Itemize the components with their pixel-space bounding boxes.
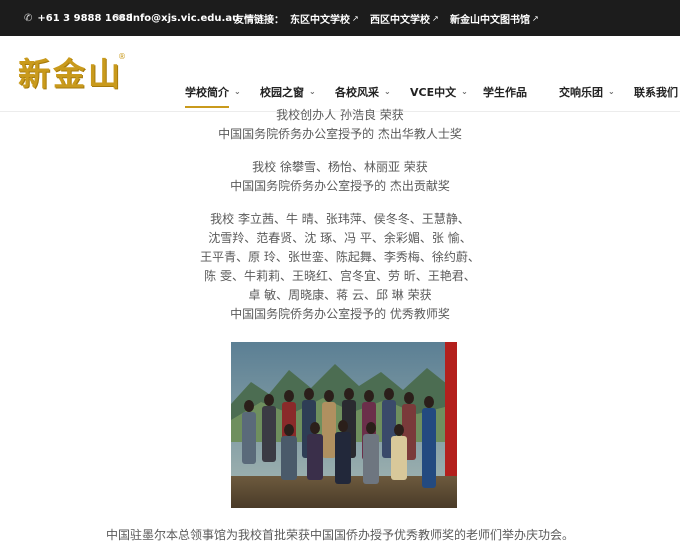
email-contact[interactable]: ✉ info@xjs.vic.edu.au — [116, 0, 239, 36]
award-teachers: 我校 李立茜、牛 晴、张玮萍、侯冬冬、王慧静、 沈雪羚、范春贤、沈 琢、冯 平、… — [200, 212, 480, 321]
external-link-icon: ↗ — [352, 13, 359, 23]
chevron-down-icon: ⌄ — [309, 86, 316, 96]
links-label: 友情链接： — [234, 14, 284, 26]
envelope-icon: ✉ — [116, 12, 125, 24]
award-contribution: 我校 徐攀雪、杨怡、林丽亚 荣获 中国国务院侨务办公室授予的 杰出贡献奖 — [230, 160, 450, 193]
link-west-school[interactable]: 西区中文学校 ↗ — [370, 0, 439, 36]
phone-icon: ✆ — [24, 12, 33, 24]
email-address: info@xjs.vic.edu.au — [129, 12, 240, 24]
photo-caption: 中国驻墨尔本总领事馆为我校首批荣获中国国侨办授予优秀教师奖的老师们举办庆功会。 — [105, 528, 574, 541]
group-photo — [231, 342, 457, 508]
link-library[interactable]: 新金山中文图书馆 ↗ — [450, 0, 539, 36]
link-east-school[interactable]: 东区中文学校 ↗ — [290, 0, 359, 36]
external-link-icon: ↗ — [532, 13, 539, 23]
chevron-down-icon: ⌄ — [384, 86, 391, 96]
site-logo[interactable]: 新金山 ® — [18, 52, 126, 94]
site-header: 新金山 ® 学校简介 ⌄ 校园之窗 ⌄ 各校风采 ⌄ VCE中文 ⌄ 学生作品 交响乐团… — [0, 36, 680, 112]
chevron-down-icon: ⌄ — [234, 86, 241, 96]
top-bar: ✆ +61 3 9888 1688 ✉ info@xjs.vic.edu.au … — [0, 0, 680, 36]
external-link-icon: ↗ — [432, 13, 439, 23]
award-founder: 我校创办人 孙浩良 荣获 中国国务院侨务办公室授予的 杰出华教人士奖 — [218, 108, 462, 141]
chevron-down-icon: ⌄ — [461, 86, 468, 96]
chevron-down-icon: ⌄ — [608, 86, 615, 96]
